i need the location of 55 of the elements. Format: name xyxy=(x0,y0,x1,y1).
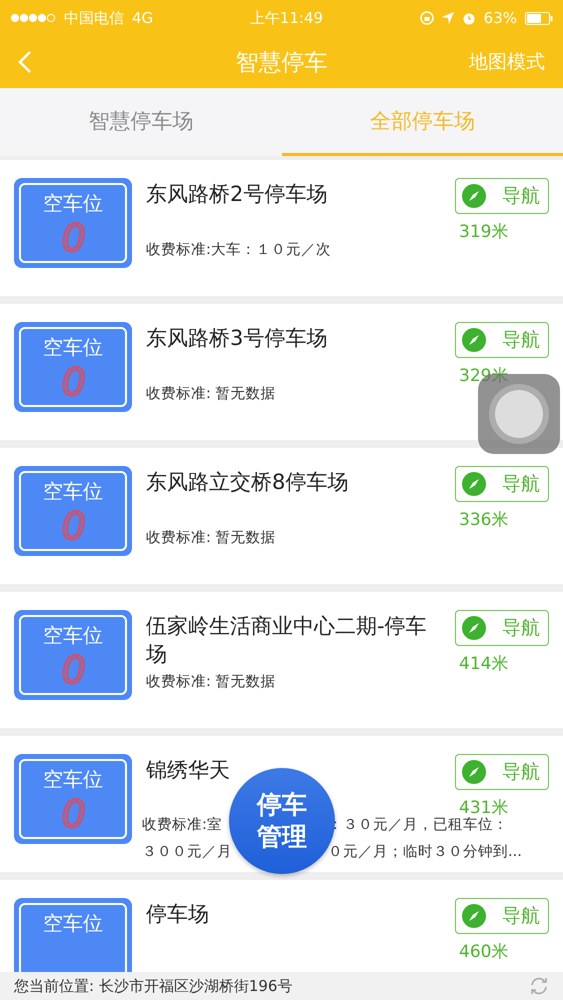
location-arrow-icon xyxy=(442,12,454,24)
empty-slot-count: 0 xyxy=(62,649,84,691)
lock-rotation-icon xyxy=(420,11,434,25)
page-title: 智慧停车 xyxy=(236,48,328,78)
battery-icon xyxy=(525,12,553,24)
parking-lot-name: 伍家岭生活商业中心二期-停车场 xyxy=(146,613,428,668)
network-type: 4G xyxy=(132,9,154,27)
parking-lot-name: 停车场 xyxy=(146,901,209,928)
navigate-button[interactable]: 导航 xyxy=(455,754,549,790)
compass-icon xyxy=(462,472,486,496)
compass-icon xyxy=(462,328,486,352)
map-mode-link[interactable]: 地图模式 xyxy=(469,49,545,75)
current-location: 您当前位置: 长沙市开福区沙湖桥街196号 xyxy=(14,976,292,996)
empty-slot-count: 0 xyxy=(62,361,84,403)
fee-text: 收费标准: 暂无数据 xyxy=(146,385,276,404)
navigate-button[interactable]: 导航 xyxy=(455,610,549,646)
fee-text: ３００元／月 xyxy=(142,843,232,862)
distance: 460米 xyxy=(459,941,510,963)
refresh-icon[interactable] xyxy=(529,976,549,996)
parking-lot-name: 东风路桥3号停车场 xyxy=(146,325,328,352)
empty-slot-label: 空车位 xyxy=(43,334,103,361)
carrier: 中国电信 xyxy=(64,8,124,28)
parking-lot-name: 锦绣华天 xyxy=(146,757,230,784)
compass-icon xyxy=(462,616,486,640)
back-icon[interactable] xyxy=(18,50,32,74)
distance: 336米 xyxy=(459,509,510,531)
empty-slot-count: 0 xyxy=(62,217,84,259)
distance: 414米 xyxy=(459,653,510,675)
empty-slot-label: 空车位 xyxy=(43,910,103,937)
navigate-button[interactable]: 导航 xyxy=(455,322,549,358)
empty-slot-count: 0 xyxy=(62,505,84,547)
navigate-button[interactable]: 导航 xyxy=(455,178,549,214)
parking-lot-name: 东风路立交桥8停车场 xyxy=(146,469,348,496)
compass-icon xyxy=(462,760,486,784)
compass-icon xyxy=(462,904,486,928)
tab[interactable]: 智慧停车场 xyxy=(0,88,282,156)
fee-text: 收费标准: 暂无数据 xyxy=(146,673,276,692)
navigate-button[interactable]: 导航 xyxy=(455,466,549,502)
distance: 319米 xyxy=(459,221,510,243)
navigate-button[interactable]: 导航 xyxy=(455,898,549,934)
empty-slot-label: 空车位 xyxy=(43,478,103,505)
battery-percent: 63% xyxy=(484,9,517,27)
empty-slot-label: 空车位 xyxy=(43,622,103,649)
tab[interactable]: 全部停车场 xyxy=(282,88,563,156)
distance: 431米 xyxy=(459,797,510,818)
fee-text: 收费标准: 暂无数据 xyxy=(146,529,276,548)
clock: 上午11:49 xyxy=(250,8,324,28)
signal-icon xyxy=(10,13,56,23)
empty-slot-label: 空车位 xyxy=(43,766,103,793)
empty-slot-label: 空车位 xyxy=(43,190,103,217)
fee-text: 收费标准:室 xyxy=(142,816,223,835)
fee-text: 收费标准:大车：１０元／次 xyxy=(146,241,332,260)
empty-slot-count: 0 xyxy=(62,793,84,835)
parking-lot-name: 东风路桥2号停车场 xyxy=(146,181,328,208)
compass-icon xyxy=(462,184,486,208)
